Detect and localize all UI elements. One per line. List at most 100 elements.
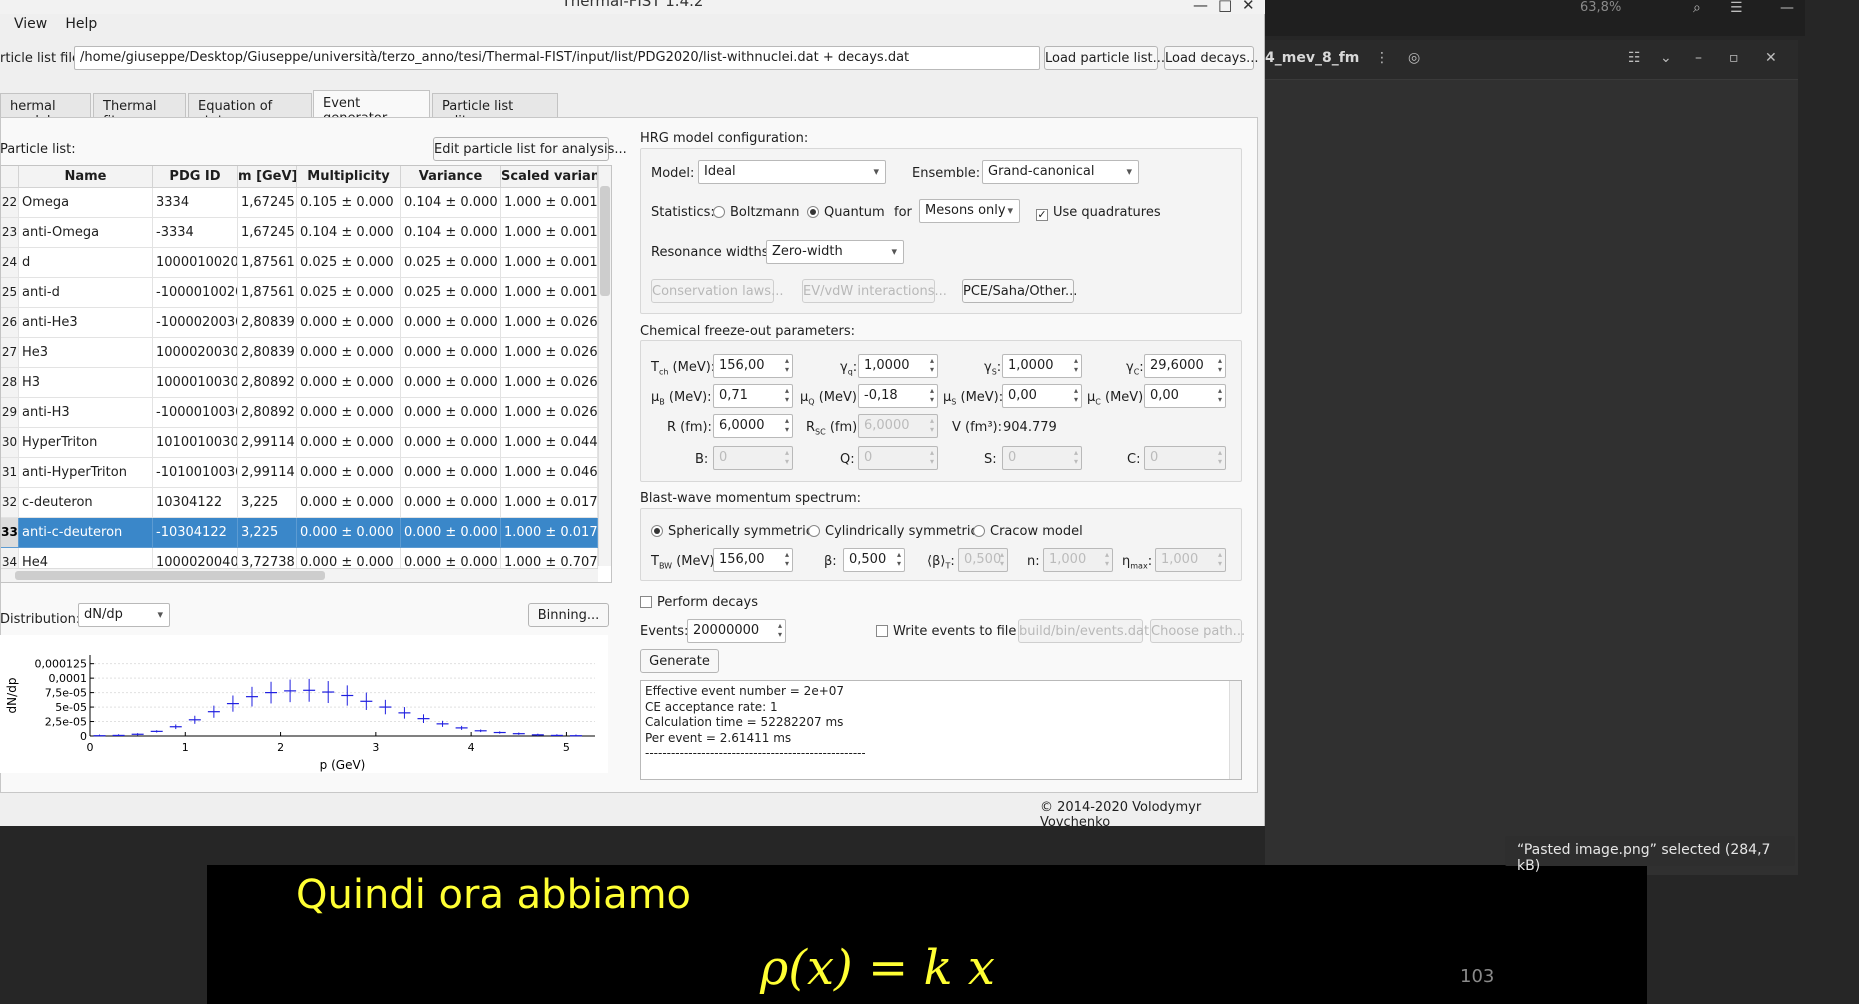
binning-button[interactable]: Binning... xyxy=(528,603,609,627)
cell-variance[interactable]: 0.025 ± 0.000 xyxy=(401,278,501,308)
cell-pdg-id[interactable]: 1010010030 xyxy=(153,428,238,458)
table-row[interactable]: 32 c-deuteron 10304122 3,225 0.000 ± 0.000 0.… xyxy=(1,488,598,518)
gamma-c-spinbox[interactable]: 29,6000 xyxy=(1144,354,1226,378)
column-header-variance[interactable]: Variance xyxy=(401,166,501,188)
radio-indicator[interactable] xyxy=(808,525,820,537)
cell-name[interactable]: He3 xyxy=(19,338,153,368)
cell-variance[interactable]: 0.104 ± 0.000 xyxy=(401,188,501,218)
cell-scaled-variance[interactable]: 1.000 ± 0.026 xyxy=(501,308,598,338)
table-row[interactable]: 23 anti-Omega -3334 1,67245 0.104 ± 0.000 0.1… xyxy=(1,218,598,248)
cell-name[interactable]: HyperTriton xyxy=(19,428,153,458)
cell-variance[interactable]: 0.000 ± 0.000 xyxy=(401,488,501,518)
column-header-pdg-id[interactable]: PDG ID xyxy=(153,166,238,188)
radio-indicator[interactable] xyxy=(973,525,985,537)
cell-scaled-variance[interactable]: 1.000 ± 0.026 xyxy=(501,338,598,368)
cell-name[interactable]: anti-Omega xyxy=(19,218,153,248)
cell-pdg-id[interactable]: -3334 xyxy=(153,218,238,248)
edit-particle-list-button[interactable]: Edit particle list for analysis... xyxy=(433,137,627,161)
radio-indicator[interactable] xyxy=(651,525,663,537)
cell-multiplicity[interactable]: 0.104 ± 0.000 xyxy=(297,218,401,248)
cell-mass[interactable]: 2,80839 xyxy=(238,338,297,368)
choose-path-button[interactable]: Choose path... xyxy=(1150,619,1245,643)
row-number[interactable]: 33 xyxy=(1,518,19,548)
table-row[interactable]: 29 anti-H3 -1000010030 2,80892 0.000 ± 0.000… xyxy=(1,398,598,428)
column-header-name[interactable]: Name xyxy=(19,166,153,188)
load-particle-list-button[interactable]: Load particle list... xyxy=(1044,46,1165,70)
search-icon[interactable]: ⌕ xyxy=(1693,0,1701,16)
cell-multiplicity[interactable]: 0.000 ± 0.000 xyxy=(297,368,401,398)
table-row[interactable]: 28 H3 1000010030 2,80892 0.000 ± 0.000 0.000 … xyxy=(1,368,598,398)
use-quadratures-checkbox[interactable]: ✓ Use quadratures xyxy=(1036,205,1161,221)
cell-name[interactable]: d xyxy=(19,248,153,278)
cell-scaled-variance[interactable]: 1.000 ± 0.001 xyxy=(501,278,598,308)
column-header-mass[interactable]: m [GeV] xyxy=(238,166,297,188)
cell-multiplicity[interactable]: 0.000 ± 0.000 xyxy=(297,308,401,338)
cylindrical-radio[interactable]: Cylindrically symmetric xyxy=(808,524,978,539)
mu-c-spinbox[interactable]: 0,00 xyxy=(1144,384,1226,408)
rsc-spinbox[interactable]: 6,0000 xyxy=(858,414,938,438)
gamma-s-spinbox[interactable]: 1,0000 xyxy=(1002,354,1082,378)
tbw-spinbox[interactable]: 156,00 xyxy=(713,548,793,572)
cell-variance[interactable]: 0.025 ± 0.000 xyxy=(401,248,501,278)
mesons-only-select[interactable]: Mesons only xyxy=(919,199,1020,223)
generate-button[interactable]: Generate xyxy=(640,649,719,673)
cell-mass[interactable]: 2,80839 xyxy=(238,308,297,338)
cell-variance[interactable]: 0.104 ± 0.000 xyxy=(401,218,501,248)
cell-pdg-id[interactable]: -1010010030 xyxy=(153,458,238,488)
n-spinbox[interactable]: 1,000 xyxy=(1043,548,1113,572)
perform-decays-checkbox[interactable]: Perform decays xyxy=(640,595,758,610)
cell-mass[interactable]: 2,80892 xyxy=(238,398,297,428)
menu-help[interactable]: Help xyxy=(65,16,97,32)
resonance-widths-select[interactable]: Zero-width xyxy=(766,240,904,264)
cell-mass[interactable]: 2,99114 xyxy=(238,458,297,488)
table-row[interactable]: 33 anti-c-deuteron -10304122 3,225 0.000 ± 0… xyxy=(1,518,598,548)
radio-indicator[interactable] xyxy=(713,206,725,218)
load-decays-button[interactable]: Load decays... xyxy=(1164,46,1259,70)
row-number[interactable]: 29 xyxy=(1,398,19,428)
cell-name[interactable]: anti-HyperTriton xyxy=(19,458,153,488)
output-path-field[interactable]: build/bin/events.dat xyxy=(1018,619,1149,643)
cell-pdg-id[interactable]: 1000010030 xyxy=(153,368,238,398)
cell-mass[interactable]: 2,99114 xyxy=(238,428,297,458)
distribution-select[interactable]: dN/dp xyxy=(78,603,170,627)
minimize-icon[interactable]: — xyxy=(1780,0,1794,16)
spherical-radio[interactable]: Spherically symmetric xyxy=(651,524,813,539)
table-row[interactable]: 31 anti-HyperTriton -1010010030 2,99114 0.00… xyxy=(1,458,598,488)
cell-multiplicity[interactable]: 0.025 ± 0.000 xyxy=(297,248,401,278)
beta-spinbox[interactable]: 0,500 xyxy=(843,548,905,572)
cell-multiplicity[interactable]: 0.000 ± 0.000 xyxy=(297,428,401,458)
cell-name[interactable]: anti-c-deuteron xyxy=(19,518,153,548)
cell-name[interactable]: Omega xyxy=(19,188,153,218)
table-row[interactable]: 30 HyperTriton 1010010030 2,99114 0.000 ± 0.… xyxy=(1,428,598,458)
q-spinbox[interactable]: 0 xyxy=(858,446,938,470)
cell-variance[interactable]: 0.000 ± 0.000 xyxy=(401,338,501,368)
table-vertical-scrollbar[interactable] xyxy=(598,166,611,566)
cell-name[interactable]: anti-H3 xyxy=(19,398,153,428)
cell-variance[interactable]: 0.000 ± 0.000 xyxy=(401,428,501,458)
mu-s-spinbox[interactable]: 0,00 xyxy=(1002,384,1082,408)
table-row[interactable]: 25 anti-d -1000010020 1,87561 0.025 ± 0.000 0… xyxy=(1,278,598,308)
menu-view[interactable]: View xyxy=(14,16,47,32)
cell-scaled-variance[interactable]: 1.000 ± 0.026 xyxy=(501,368,598,398)
cell-scaled-variance[interactable]: 1.000 ± 0.001 xyxy=(501,218,598,248)
screenshot-icon[interactable]: ◎ xyxy=(1408,50,1420,66)
row-number[interactable]: 22 xyxy=(1,188,19,218)
minimize-icon[interactable]: — xyxy=(1193,0,1208,14)
maximize-icon[interactable]: ▫ xyxy=(1729,50,1739,66)
write-events-checkbox[interactable]: Write events to file xyxy=(876,624,1016,639)
s-spinbox[interactable]: 0 xyxy=(1002,446,1082,470)
cell-variance[interactable]: 0.000 ± 0.000 xyxy=(401,368,501,398)
cell-scaled-variance[interactable]: 1.000 ± 0.044 xyxy=(501,428,598,458)
cell-variance[interactable]: 0.000 ± 0.000 xyxy=(401,398,501,428)
quantum-radio[interactable]: Quantum xyxy=(807,205,885,220)
boltzmann-radio[interactable]: Boltzmann xyxy=(713,205,800,220)
ensemble-select[interactable]: Grand-canonical xyxy=(982,160,1139,184)
radio-indicator[interactable] xyxy=(807,206,819,218)
menu-icon[interactable]: ☰ xyxy=(1730,0,1743,16)
c-spinbox[interactable]: 0 xyxy=(1144,446,1226,470)
row-number[interactable]: 27 xyxy=(1,338,19,368)
row-number[interactable]: 26 xyxy=(1,308,19,338)
cell-name[interactable]: c-deuteron xyxy=(19,488,153,518)
beta-t-spinbox[interactable]: 0,500 xyxy=(958,548,1008,572)
table-row[interactable]: 22 Omega 3334 1,67245 0.105 ± 0.000 0.104 ± 0… xyxy=(1,188,598,218)
